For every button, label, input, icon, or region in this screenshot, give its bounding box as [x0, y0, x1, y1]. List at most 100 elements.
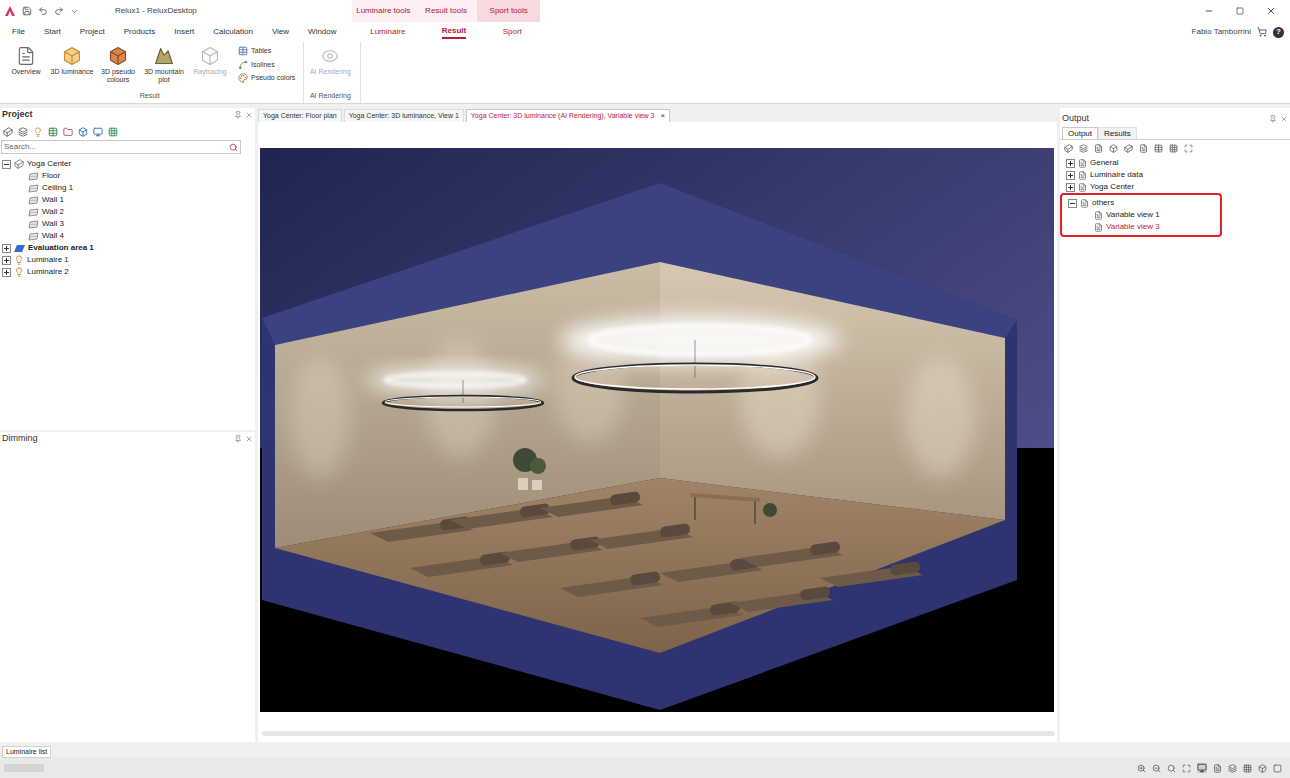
- ribbon-tab[interactable]: Insert: [174, 26, 194, 38]
- layers-icon[interactable]: [1228, 764, 1237, 773]
- ribbon-tab[interactable]: View: [272, 26, 289, 38]
- maximize-icon[interactable]: [1236, 7, 1244, 15]
- view-mode-icon[interactable]: [1197, 763, 1207, 773]
- zoom-out-icon[interactable]: [1152, 764, 1161, 773]
- grid-icon[interactable]: [1169, 144, 1178, 153]
- ribbon-tab[interactable]: Products: [124, 26, 156, 38]
- ribbon-button[interactable]: Overview: [4, 46, 48, 76]
- folder-icon[interactable]: [63, 127, 73, 137]
- object-icon[interactable]: [1258, 764, 1267, 773]
- tree-item[interactable]: Luminaire 1: [2, 254, 253, 266]
- ribbon-tab[interactable]: Project: [80, 26, 105, 38]
- ribbon-button[interactable]: AI Rendering: [308, 46, 352, 76]
- search-icon[interactable]: [229, 143, 238, 152]
- redo-icon[interactable]: [54, 6, 64, 16]
- layers-icon[interactable]: [18, 127, 28, 137]
- tree-item[interactable]: Luminaire 2: [2, 266, 253, 278]
- room-icon[interactable]: [1064, 144, 1073, 153]
- ribbon-tab[interactable]: Sport: [503, 26, 522, 38]
- viewport: [258, 122, 1057, 742]
- expand-icon[interactable]: [1066, 171, 1075, 180]
- tab-close-button[interactable]: ×: [660, 110, 665, 122]
- tree-item[interactable]: Variable view 1: [1062, 209, 1220, 221]
- object-icon[interactable]: [78, 127, 88, 137]
- zoom-window-icon[interactable]: [1167, 764, 1176, 773]
- tree-item[interactable]: others: [1062, 197, 1220, 209]
- minimize-icon[interactable]: [1204, 6, 1214, 16]
- panel-close-icon[interactable]: [245, 435, 253, 443]
- user-name[interactable]: Fabio Tamborrini: [1192, 26, 1251, 38]
- expand-icon[interactable]: [1066, 183, 1075, 192]
- output-tab[interactable]: Output: [1062, 127, 1098, 139]
- expand-icon[interactable]: [2, 244, 11, 253]
- ribbon-button[interactable]: 3D mountain plot: [142, 46, 186, 84]
- collapse-icon[interactable]: [2, 160, 11, 169]
- object-icon[interactable]: [1109, 144, 1118, 153]
- view-icon[interactable]: [93, 127, 103, 137]
- expand-icon[interactable]: [2, 268, 11, 277]
- expand-icon[interactable]: [2, 256, 11, 265]
- ribbon-tab[interactable]: Window: [308, 26, 336, 38]
- tree-item[interactable]: Wall 3: [2, 218, 253, 230]
- luminaire-icon[interactable]: [33, 127, 43, 137]
- tree-item[interactable]: Luminaire data: [1060, 169, 1290, 181]
- tree-item[interactable]: Variable view 3: [1062, 221, 1220, 233]
- room-icon[interactable]: [3, 127, 13, 137]
- document-tab[interactable]: Yoga Center: 3D luminance, View 1: [344, 109, 464, 122]
- search-field[interactable]: Search...: [1, 140, 241, 154]
- ribbon-tab[interactable]: Luminaire: [370, 26, 405, 38]
- tree-item[interactable]: Wall 4: [2, 230, 253, 242]
- cart-icon[interactable]: [1257, 27, 1267, 37]
- ribbon-button[interactable]: 3D pseudo colours: [96, 46, 140, 84]
- horizontal-scrollbar[interactable]: [262, 731, 1055, 736]
- ribbon-tab[interactable]: Calculation: [213, 26, 253, 38]
- tree-item[interactable]: Evaluation area 1: [2, 242, 253, 254]
- document-icon[interactable]: [1094, 144, 1103, 153]
- help-button[interactable]: ?: [1273, 27, 1284, 38]
- zoom-in-icon[interactable]: [1137, 764, 1146, 773]
- document-tab[interactable]: Yoga Center: Floor plan: [258, 109, 342, 122]
- pin-icon[interactable]: [234, 435, 242, 443]
- ribbon-small-button[interactable]: Isolines: [238, 60, 295, 71]
- ribbon-small-button[interactable]: Pseudo colors: [238, 73, 295, 84]
- close-icon[interactable]: [1266, 6, 1276, 16]
- tree-item[interactable]: Yoga Center: [1060, 181, 1290, 193]
- ribbon-tabs: File Start Project Products Insert Calculatio…: [0, 22, 1290, 42]
- zoom-all-icon[interactable]: [1182, 764, 1191, 773]
- panel-close-icon[interactable]: [1280, 115, 1288, 123]
- document-tabs: Yoga Center: Floor planYoga Center: 3D l…: [258, 108, 1057, 122]
- panel-close-icon[interactable]: [245, 111, 253, 119]
- tree-item[interactable]: General: [1060, 157, 1290, 169]
- collapse-icon[interactable]: [1068, 199, 1077, 208]
- grid-icon[interactable]: [1243, 764, 1252, 773]
- ribbon-button[interactable]: 3D luminance: [50, 46, 94, 76]
- pin-icon[interactable]: [1269, 115, 1277, 123]
- tree-item[interactable]: Floor: [2, 170, 253, 182]
- table-icon[interactable]: [48, 127, 58, 137]
- ribbon-tab[interactable]: Start: [44, 26, 61, 38]
- frame-icon[interactable]: [1273, 764, 1282, 773]
- table-icon[interactable]: [1154, 144, 1163, 153]
- layers-icon[interactable]: [1079, 144, 1088, 153]
- ribbon-small-button[interactable]: Tables: [238, 46, 295, 57]
- document-tab[interactable]: Yoga Center: 3D luminance (AI Rendering)…: [466, 109, 670, 122]
- grid-icon[interactable]: [108, 127, 118, 137]
- save-icon[interactable]: [22, 6, 32, 16]
- tree-item[interactable]: Wall 1: [2, 194, 253, 206]
- bottom-tab[interactable]: Luminaire list: [2, 746, 51, 758]
- view-3d-icon[interactable]: [1124, 144, 1133, 153]
- output-tab[interactable]: Results: [1098, 127, 1137, 139]
- tree-item[interactable]: Yoga Center: [2, 158, 253, 170]
- expand-icon[interactable]: [1066, 159, 1075, 168]
- ribbon-button[interactable]: Raytracing: [188, 46, 232, 76]
- report-icon[interactable]: [1139, 144, 1148, 153]
- tree-item[interactable]: Ceiling 1: [2, 182, 253, 194]
- page-icon[interactable]: [1213, 764, 1222, 773]
- expand-all-icon[interactable]: [1184, 144, 1193, 153]
- ribbon-tab[interactable]: File: [12, 26, 25, 38]
- pin-icon[interactable]: [234, 111, 242, 119]
- quick-access-icon[interactable]: [70, 7, 79, 16]
- undo-icon[interactable]: [38, 6, 48, 16]
- ribbon-tab[interactable]: Result: [442, 25, 466, 39]
- tree-item[interactable]: Wall 2: [2, 206, 253, 218]
